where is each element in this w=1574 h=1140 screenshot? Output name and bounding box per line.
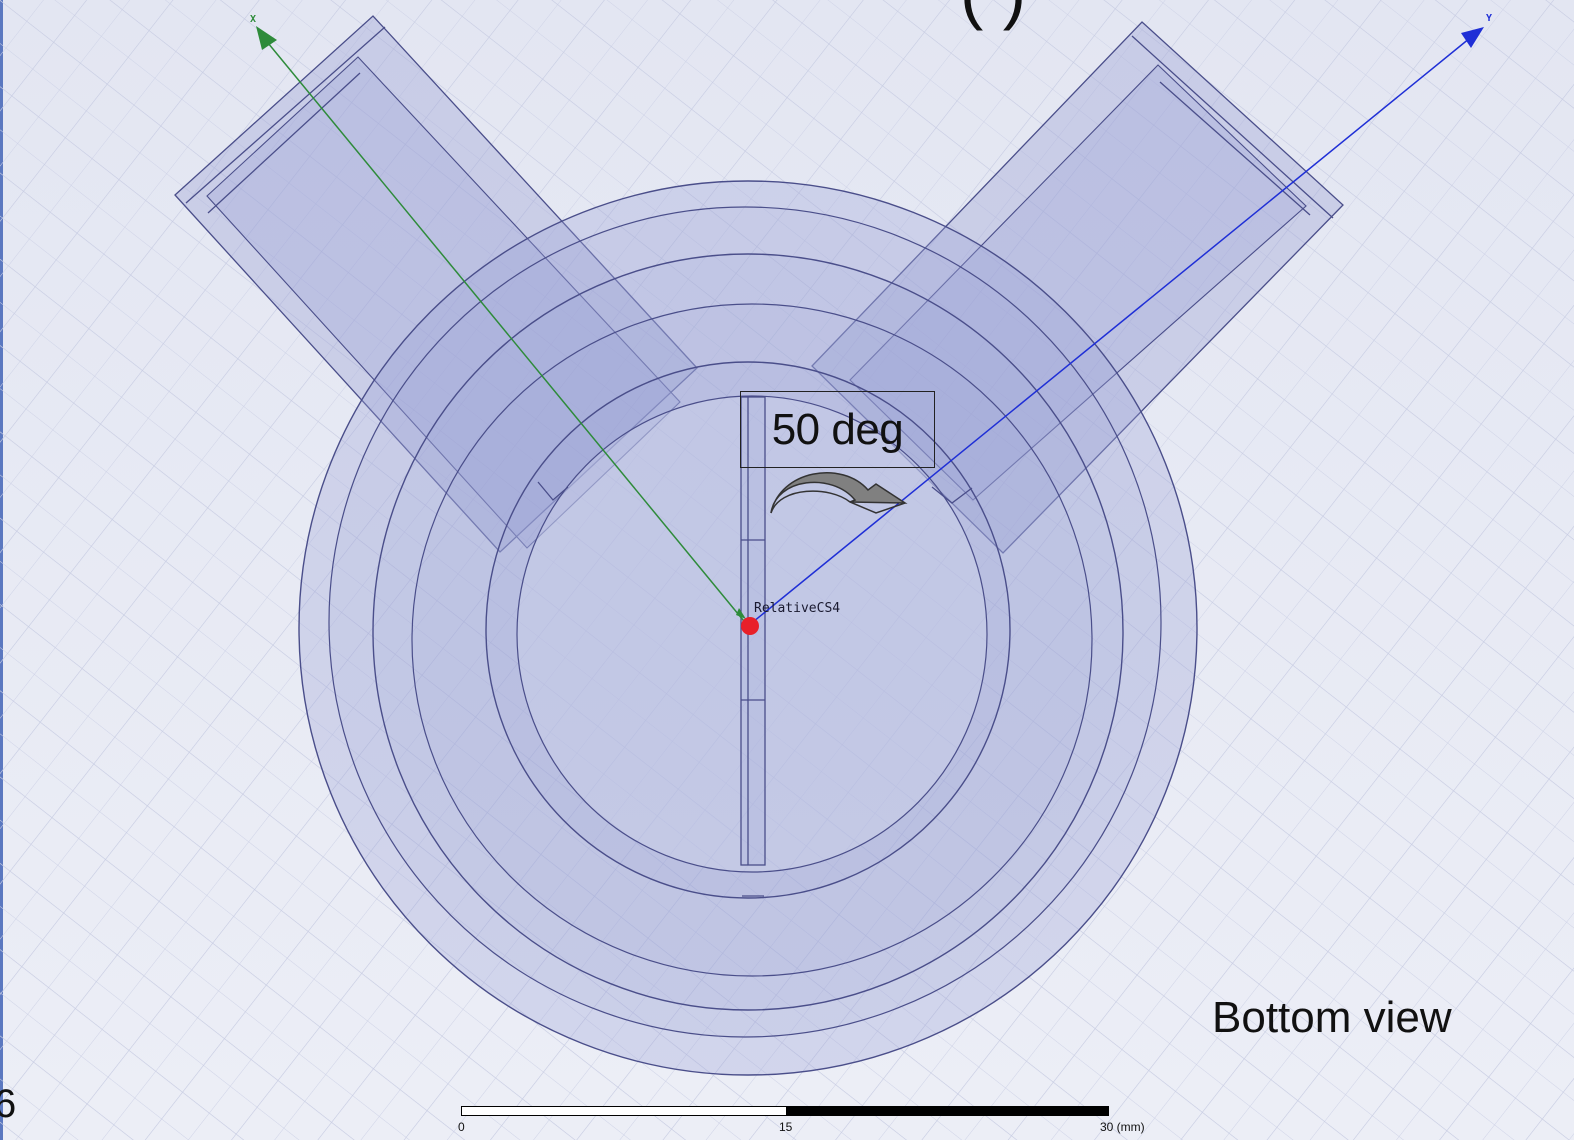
scale-start-label: 0	[458, 1120, 465, 1134]
origin-dot-icon[interactable]	[741, 617, 759, 635]
slide-title-fragment: ( )	[960, 0, 1026, 32]
x-axis-label: X	[250, 14, 256, 25]
3d-scene[interactable]: X Y RelativeCS4	[0, 0, 1574, 1140]
scale-end-label: 30 (mm)	[1100, 1120, 1145, 1134]
y-axis-label: Y	[1486, 13, 1492, 24]
scale-ruler-black-segment	[786, 1106, 1109, 1116]
scale-ruler	[461, 1106, 1110, 1116]
center-slot[interactable]	[740, 396, 766, 897]
scale-mid-label: 15	[779, 1120, 793, 1134]
angle-label: 50 deg	[771, 404, 904, 454]
coordinate-system-name[interactable]: RelativeCS4	[754, 601, 840, 616]
scale-ruler-white-segment	[461, 1106, 788, 1116]
angle-callout: 50 deg	[740, 391, 935, 468]
modeler-viewport[interactable]: X Y RelativeCS4 ( ) 6 50 deg Bottom view…	[0, 0, 1574, 1140]
slide-page-fragment: 6	[0, 1082, 17, 1126]
view-label: Bottom view	[1212, 993, 1452, 1042]
